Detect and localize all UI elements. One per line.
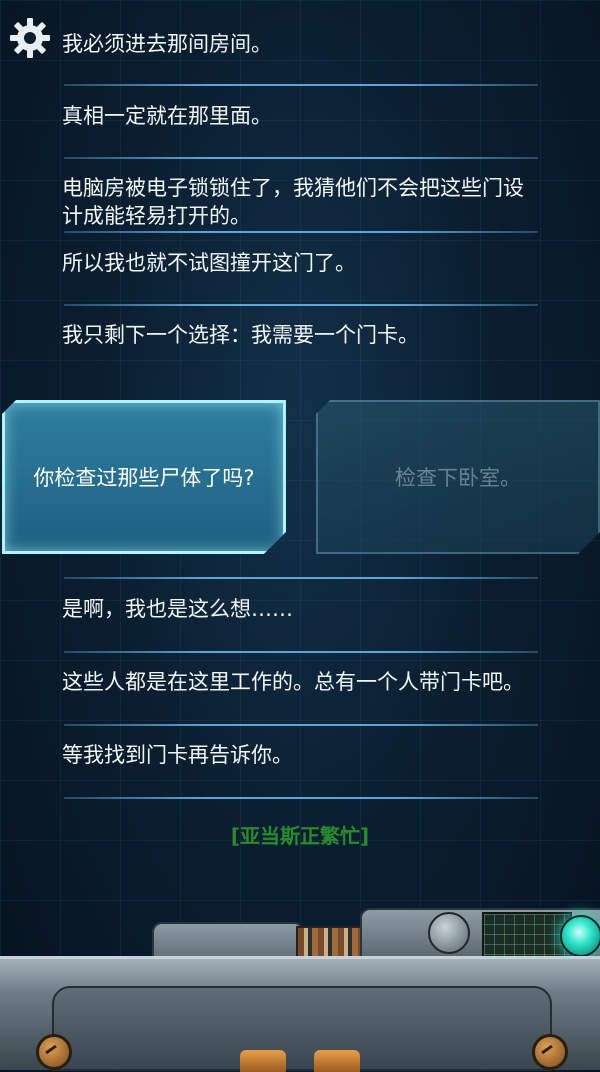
status-text: [亚当斯正繁忙]	[230, 824, 370, 848]
separator	[64, 84, 538, 86]
reply-text: 这些人都是在这里工作的。总有一个人带门卡吧。	[62, 670, 524, 694]
screw-icon	[36, 1034, 72, 1070]
settings-button[interactable]	[8, 16, 52, 60]
choice-label: 检查下卧室。	[395, 466, 521, 490]
gear-icon	[10, 18, 50, 58]
separator	[64, 577, 538, 579]
choice-button-check-bodies[interactable]: 你检查过那些尸体了吗?	[2, 400, 286, 554]
choice-button-check-bedroom[interactable]: 检查下卧室。	[316, 400, 600, 554]
screw-icon	[532, 1034, 568, 1070]
status-led-icon	[560, 915, 600, 957]
message-text: 我只剩下一个选择：我需要一个门卡。	[62, 323, 419, 347]
device-wires	[296, 926, 366, 960]
choice-label: 你检查过那些尸体了吗?	[33, 466, 255, 490]
reply-text: 等我找到门卡再告诉你。	[62, 743, 293, 767]
message-text: 所以我也就不试图撞开这门了。	[62, 251, 356, 275]
device-knob-icon	[428, 912, 470, 954]
device-tab-right	[314, 1050, 360, 1072]
separator	[64, 797, 538, 799]
device-inner-panel	[52, 986, 552, 1071]
circuit-board-icon	[482, 912, 572, 960]
message-text: 电脑房被电子锁锁住了，我猜他们不会把这些门设计成能轻易打开的。	[62, 176, 524, 228]
separator	[64, 651, 538, 653]
message-text: 真相一定就在那里面。	[62, 104, 272, 128]
device-tab-left	[240, 1050, 286, 1072]
separator	[64, 157, 538, 159]
reply-text: 是啊，我也是这么想……	[62, 597, 293, 621]
separator	[64, 231, 538, 233]
separator	[64, 304, 538, 306]
message-text: 我必须进去那间房间。	[62, 32, 272, 56]
separator	[64, 724, 538, 726]
